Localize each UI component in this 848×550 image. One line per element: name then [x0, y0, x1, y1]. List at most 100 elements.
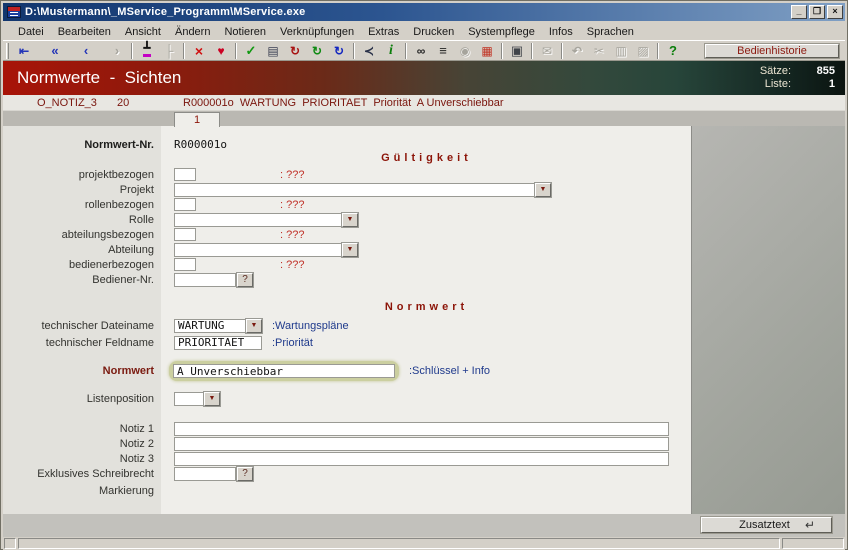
bedienhistorie-button[interactable]: Bedienhistorie [705, 43, 839, 58]
notiz3-field[interactable] [174, 451, 669, 466]
delete-icon[interactable]: × [188, 42, 210, 60]
zusatztext-button[interactable]: Zusatztext ↵ [701, 517, 832, 533]
list-icon[interactable]: ≡ [432, 42, 454, 60]
liste-label: Liste: [764, 78, 791, 90]
feldname-field[interactable] [174, 335, 262, 350]
fast-back-icon[interactable]: « [44, 42, 66, 60]
rollenbezogen-label: rollenbezogen [84, 198, 154, 211]
chevron-down-icon[interactable]: ▼ [342, 212, 358, 227]
confirm-icon[interactable]: ✓ [240, 42, 262, 60]
chevron-down-icon[interactable]: ▼ [342, 242, 358, 257]
menu-drucken[interactable]: Drucken [406, 24, 461, 40]
palette-icon[interactable]: ▦ [476, 42, 498, 60]
projektbezogen-field[interactable] [174, 168, 196, 181]
menu-extras[interactable]: Extras [361, 24, 406, 40]
notiz2-label: Notiz 2 [119, 437, 154, 450]
menu-bearbeiten[interactable]: Bearbeiten [51, 24, 118, 40]
menu-sprachen[interactable]: Sprachen [580, 24, 641, 40]
status-segment [18, 538, 780, 549]
window-title: D:\Mustermann\_MService_Programm\MServic… [25, 6, 306, 18]
bediener-nr-label: Bediener-Nr. [92, 273, 154, 286]
close-button[interactable]: × [827, 5, 843, 19]
menu-bar: Datei Bearbeiten Ansicht Ändern Notieren… [3, 23, 845, 40]
notes-icon[interactable]: ▤ [262, 42, 284, 60]
info-icon[interactable]: i [380, 42, 402, 60]
notiz1-label: Notiz 1 [119, 422, 154, 435]
status-segment [782, 538, 844, 549]
tree-icon: ├ [164, 43, 174, 58]
menu-ansicht[interactable]: Ansicht [118, 24, 168, 40]
cut-icon: ✂ [593, 43, 605, 58]
menu-aendern[interactable]: Ändern [168, 24, 217, 40]
abteilungsbezogen-field[interactable] [174, 228, 196, 241]
menu-infos[interactable]: Infos [542, 24, 580, 40]
lookup-button[interactable]: ? [237, 466, 253, 481]
notiz2-field[interactable] [174, 436, 669, 451]
normwert-label: Normwert [102, 365, 154, 377]
menu-notieren[interactable]: Notieren [217, 24, 273, 40]
feldname-label: technischer Feldname [45, 336, 154, 349]
lookup-button[interactable]: ? [237, 272, 253, 287]
refresh-green-icon[interactable]: ↻ [306, 42, 328, 60]
search-binoculars-icon[interactable]: ∞ [410, 42, 432, 60]
schreibrecht-field[interactable] [174, 466, 236, 481]
normwert-nr-value: R000001o [174, 138, 227, 151]
refresh-blue-icon[interactable]: ↻ [328, 42, 350, 60]
tab-1[interactable]: 1 [174, 112, 220, 127]
bedienerbezogen-label: bedienerbezogen [68, 258, 154, 271]
notiz1-field[interactable] [174, 421, 669, 436]
app-window: D:\Mustermann\_MService_Programm\MServic… [0, 0, 848, 550]
toolbar-separator [405, 42, 407, 59]
dateiname-select[interactable]: ▼ [174, 318, 262, 333]
listenposition-label: Listenposition [86, 392, 154, 405]
markierung-label: Markierung [98, 484, 154, 497]
dateiname-hint: :Wartungspläne [272, 319, 349, 332]
menu-systempflege[interactable]: Systempflege [461, 24, 542, 40]
link-icon[interactable]: ≺ [358, 42, 380, 60]
toolbar-grip [6, 42, 9, 59]
menu-verknuepfungen[interactable]: Verknüpfungen [273, 24, 361, 40]
chevron-down-icon[interactable]: ▼ [246, 318, 262, 333]
toolbar-separator [501, 42, 503, 59]
return-arrow-icon: ↵ [805, 518, 816, 532]
listenposition-select[interactable]: ▼ [174, 391, 220, 406]
refresh-red-icon[interactable]: ↻ [284, 42, 306, 60]
help-icon[interactable]: ? [662, 42, 684, 60]
chevron-down-icon[interactable]: ▼ [204, 391, 220, 406]
content-area: Normwert-Nr. R000001o Gültigkeit projekt… [3, 126, 845, 514]
abteilung-select[interactable]: ▼ [174, 242, 358, 257]
bediener-nr-field[interactable] [174, 272, 236, 287]
projektbezogen-hint: : ??? [280, 168, 305, 181]
rolle-select[interactable]: ▼ [174, 212, 358, 227]
section-gueltigkeit: Gültigkeit [381, 152, 472, 164]
liste-value: 1 [828, 78, 835, 90]
minimize-button[interactable]: _ [791, 5, 807, 19]
bedienerbezogen-field[interactable] [174, 258, 196, 271]
stamp-icon[interactable]: ┻ [136, 42, 158, 60]
toolbar-separator [183, 42, 185, 59]
maximize-button[interactable]: ❐ [809, 5, 825, 19]
saetze-label: Sätze: [759, 65, 791, 77]
normwert-nr-label: Normwert-Nr. [84, 138, 154, 151]
rollenbezogen-field[interactable] [174, 198, 196, 211]
projekt-select[interactable]: ▼ [174, 182, 551, 197]
schreibrecht-label: Exklusives Schreibrecht [37, 467, 154, 480]
status-bar [3, 537, 845, 550]
title-bar: D:\Mustermann\_MService_Programm\MServic… [3, 3, 845, 21]
print-icon[interactable]: ▣ [506, 42, 528, 60]
back-icon[interactable]: ‹ [75, 42, 97, 60]
first-record-icon[interactable]: ⇤ [13, 42, 35, 60]
undo-icon: ↶ [571, 43, 583, 58]
record-field-count: 20 [117, 96, 130, 109]
toolbar-separator [561, 42, 563, 59]
abteilungsbezogen-hint: : ??? [280, 228, 305, 241]
normwert-field[interactable] [173, 364, 395, 378]
menu-datei[interactable]: Datei [11, 24, 51, 40]
rolle-label: Rolle [128, 213, 154, 226]
projektbezogen-label: projektbezogen [78, 168, 154, 181]
saetze-value: 855 [816, 65, 835, 77]
chevron-down-icon[interactable]: ▼ [535, 182, 551, 197]
rollenbezogen-hint: : ??? [280, 198, 305, 211]
projekt-label: Projekt [119, 183, 154, 196]
favorite-icon[interactable]: ♥ [210, 42, 232, 60]
